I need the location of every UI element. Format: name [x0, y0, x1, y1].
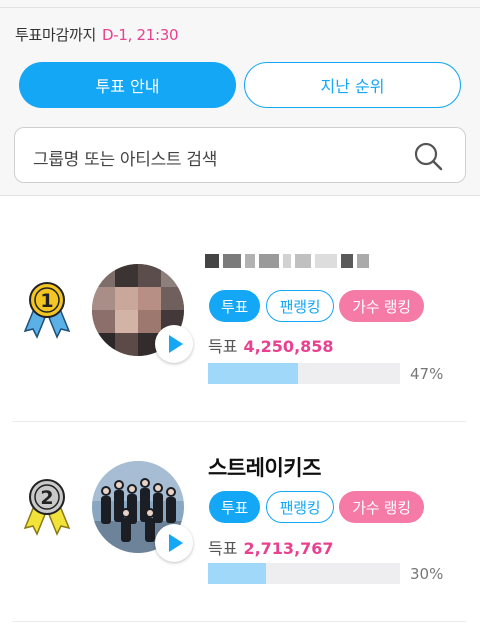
list-divider [12, 621, 466, 622]
fan-ranking-button-1[interactable]: 팬랭킹 [266, 290, 334, 322]
vote-button-2[interactable]: 투표 [209, 491, 260, 523]
votes-value: 2,713,767 [243, 539, 334, 558]
redacted-name-1 [205, 254, 369, 268]
past-ranking-tab[interactable]: 지난 순위 [244, 62, 461, 108]
rank-number-2: 2 [40, 487, 53, 509]
singer-ranking-button-1[interactable]: 가수 랭킹 [339, 290, 424, 322]
play-icon [169, 335, 183, 353]
vote-count-1: 득표 4,250,858 [208, 333, 334, 357]
top-panel: 투표마감까지 D-1, 21:30 투표 안내 지난 순위 그룹명 또는 아티스트… [0, 0, 480, 196]
play-icon [169, 534, 183, 552]
gold-medal-icon: 1 [23, 282, 71, 339]
vote-guide-tab[interactable]: 투표 안내 [19, 62, 236, 108]
vote-count-2: 득표 2,713,767 [208, 535, 334, 559]
deadline-value: D-1, 21:30 [102, 26, 179, 44]
vote-progress-bar-1 [208, 363, 400, 384]
singer-ranking-button-2[interactable]: 가수 랭킹 [339, 491, 424, 523]
search-box[interactable]: 그룹명 또는 아티스트 검색 [14, 127, 466, 183]
vote-progress-fill-2 [208, 563, 266, 584]
search-icon[interactable] [413, 141, 443, 171]
play-button-1[interactable] [155, 325, 193, 363]
silver-medal-icon: 2 [23, 479, 71, 536]
vote-progress-bar-2 [208, 563, 400, 584]
fan-ranking-button-2[interactable]: 팬랭킹 [266, 491, 334, 523]
list-divider [12, 421, 466, 422]
votes-label: 득표 [208, 539, 238, 558]
vote-progress-fill-1 [208, 363, 299, 384]
play-button-2[interactable] [155, 524, 193, 562]
top-divider [0, 7, 480, 8]
vote-percent-2: 30% [410, 565, 444, 583]
vote-deadline: 투표마감까지 D-1, 21:30 [15, 24, 179, 45]
search-input[interactable]: 그룹명 또는 아티스트 검색 [33, 145, 217, 170]
deadline-label: 투표마감까지 [15, 26, 97, 44]
votes-value: 4,250,858 [243, 337, 334, 356]
rank-number-1: 1 [40, 290, 53, 312]
votes-label: 득표 [208, 337, 238, 356]
artist-name-2: 스트레이키즈 [208, 456, 321, 480]
vote-button-1[interactable]: 투표 [209, 290, 260, 322]
vote-percent-1: 47% [410, 365, 444, 383]
